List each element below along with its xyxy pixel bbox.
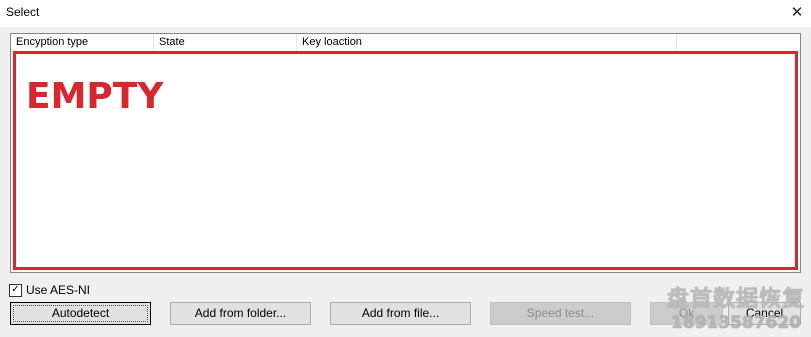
close-icon[interactable]: ✕ <box>783 0 811 27</box>
aes-ni-label: Use AES-NI <box>26 283 91 297</box>
add-from-folder-button[interactable]: Add from folder... <box>170 302 311 325</box>
add-from-file-button[interactable]: Add from file... <box>330 302 471 325</box>
column-encryption-type[interactable]: Encyption type <box>11 34 154 51</box>
autodetect-button[interactable]: Autodetect <box>10 302 151 325</box>
empty-highlight-frame: EMPTY <box>13 51 798 270</box>
speed-test-button[interactable]: Speed test... <box>490 302 631 325</box>
list-header: Encyption type State Key loaction <box>11 34 800 52</box>
column-state[interactable]: State <box>154 34 297 51</box>
empty-label: EMPTY <box>26 76 164 117</box>
window-title: Select <box>6 5 40 19</box>
select-dialog: Select ✕ Encyption type State Key loacti… <box>0 0 811 337</box>
watermark: 盘首数据恢复 18913587620 <box>667 281 805 333</box>
column-key-location[interactable]: Key loaction <box>297 34 677 51</box>
encryption-list[interactable]: Encyption type State Key loaction EMPTY <box>10 33 801 273</box>
watermark-phone: 18913587620 <box>670 313 802 333</box>
aes-ni-checkbox[interactable]: ✓ <box>9 284 22 297</box>
column-blank[interactable] <box>677 34 800 51</box>
title-bar: Select ✕ <box>0 0 811 27</box>
watermark-text: 盘首数据恢复 <box>666 287 805 312</box>
